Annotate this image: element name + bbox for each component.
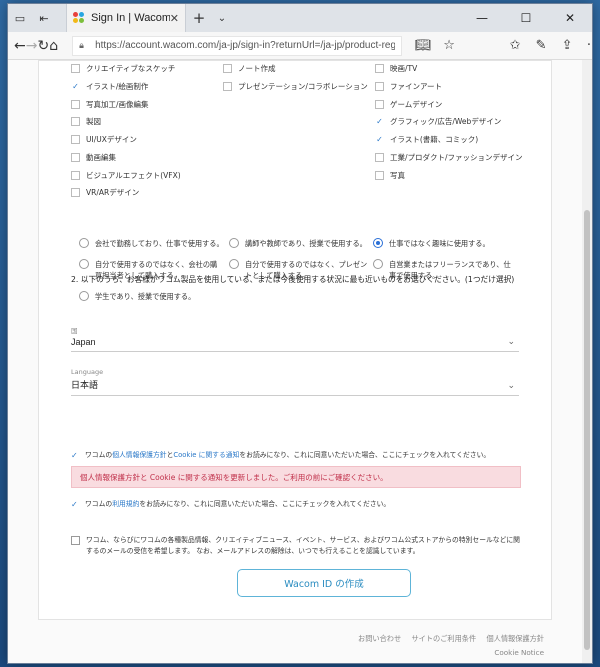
usage-option[interactable]: 学生であり、授業で使用する。	[79, 291, 279, 302]
terms-of-use-link[interactable]: 利用規約	[112, 500, 139, 508]
forward-button[interactable]: →	[26, 38, 38, 54]
tab-title: Sign In | Wacom	[91, 12, 170, 24]
interest-item[interactable]: ✓ イラスト/絵画制作	[71, 81, 148, 92]
page-footer: お問い合わせ サイトのご利用条件 個人情報保護方針 Cookie Notice	[350, 632, 544, 660]
cookie-notice-link[interactable]: Cookie に関する通知	[173, 451, 239, 459]
wacom-favicon-icon	[73, 12, 85, 24]
browser-window: ▭ ⇤ Sign In | Wacom ✕ + ⌄ — ☐ ✕ ← → ↻ ⌂ …	[8, 4, 592, 663]
create-wacom-id-button[interactable]: Wacom ID の作成	[237, 569, 411, 597]
scrollbar-thumb[interactable]	[584, 210, 590, 650]
navigation-bar: ← → ↻ ⌂ 🔒︎ https://account.wacom.com/ja-…	[8, 32, 592, 60]
tab-actions-icon[interactable]: ▭	[8, 4, 32, 32]
country-value: Japan	[71, 337, 96, 347]
interest-item[interactable]: ファインアート	[375, 81, 442, 92]
interest-item[interactable]: ✓ グラフィック/広告/Webデザイン	[375, 116, 501, 127]
interest-item[interactable]: 工業/プロダクト/ファッションデザイン	[375, 152, 523, 163]
checkmark-icon[interactable]: ✓	[375, 135, 384, 144]
checkmark-icon[interactable]: ✓	[71, 82, 80, 91]
home-button[interactable]: ⌂	[49, 38, 58, 54]
title-bar: ▭ ⇤ Sign In | Wacom ✕ + ⌄ — ☐ ✕	[8, 4, 592, 32]
interest-item[interactable]: プレゼンテーション/コラボレーション	[223, 81, 368, 92]
more-menu-icon[interactable]: ···	[580, 38, 592, 53]
interest-item[interactable]: ノート作成	[223, 63, 276, 74]
page-viewport: クリエイティブなスケッチ ノート作成 映画/TV ✓ イラスト/絵画制作 プレゼン…	[8, 60, 592, 663]
interest-item[interactable]: クリエイティブなスケッチ	[71, 63, 175, 74]
usage-option[interactable]: 会社で勤務しており、仕事で使用する。	[79, 238, 229, 249]
usage-option[interactable]: 講師や教師であり、授業で使用する。	[229, 238, 379, 249]
interest-item[interactable]: ビジュアルエフェクト(VFX)	[71, 170, 181, 181]
close-tab-icon[interactable]: ✕	[170, 12, 179, 25]
tabs-aside-icon[interactable]: ⇤	[32, 4, 56, 32]
site-terms-link[interactable]: サイトのご利用条件	[411, 634, 476, 643]
marketing-consent-checkbox[interactable]: ワコム、ならびにワコムの各種製品情報、クリエイティブニュース、イベント、サービス…	[71, 535, 521, 557]
interest-item[interactable]: 写真	[375, 170, 405, 181]
footer-privacy-link[interactable]: 個人情報保護方針	[486, 634, 544, 643]
contact-link[interactable]: お問い合わせ	[358, 634, 401, 643]
privacy-consent-checkbox[interactable]: ✓ ワコムの個人情報保護方針とCookie に関する通知をお読みになり、これに同…	[71, 450, 521, 461]
minimize-button[interactable]: —	[460, 4, 504, 32]
back-button[interactable]: ←	[14, 38, 26, 54]
interest-item[interactable]: 動画編集	[71, 152, 116, 163]
registration-card: クリエイティブなスケッチ ノート作成 映画/TV ✓ イラスト/絵画制作 プレゼン…	[38, 60, 552, 620]
address-bar[interactable]: 🔒︎ https://account.wacom.com/ja-jp/sign-…	[72, 35, 403, 56]
interest-item[interactable]: 写真加工/画像編集	[71, 99, 149, 110]
language-label: Language	[71, 368, 104, 376]
maximize-button[interactable]: ☐	[504, 4, 548, 32]
country-label: 国	[71, 327, 78, 335]
browser-tab[interactable]: Sign In | Wacom ✕	[66, 4, 186, 32]
interest-item[interactable]: 映画/TV	[375, 63, 417, 74]
checkmark-icon[interactable]: ✓	[71, 450, 81, 461]
new-tab-button[interactable]: +	[186, 4, 212, 32]
interest-item[interactable]: VR/ARデザイン	[71, 187, 139, 198]
usage-option[interactable]: 自営業またはフリーランスであり、仕事で使用する。	[373, 259, 513, 281]
chevron-down-icon: ⌄	[507, 381, 515, 391]
tab-list-chevron-icon[interactable]: ⌄	[212, 4, 232, 32]
favorite-star-icon[interactable]: ☆	[436, 38, 462, 53]
usage-option[interactable]: 自分で使用するのではなく、プレゼントとして購入する。	[229, 259, 369, 281]
unchecked-box[interactable]	[71, 536, 80, 545]
checkmark-icon[interactable]: ✓	[71, 499, 81, 510]
country-select[interactable]: 国 Japan ⌄	[71, 325, 519, 352]
chevron-down-icon: ⌄	[507, 337, 515, 347]
privacy-update-notice: 個人情報保護方針と Cookie に関する通知を更新しました。ご利用の前にご確認…	[71, 466, 521, 488]
url-text: https://account.wacom.com/ja-jp/sign-in?…	[95, 40, 395, 51]
checkmark-icon[interactable]: ✓	[375, 117, 384, 126]
privacy-policy-link[interactable]: 個人情報保護方針	[112, 451, 166, 459]
radio-selected-icon[interactable]	[373, 238, 383, 248]
page-scrollbar[interactable]	[582, 60, 592, 663]
terms-consent-checkbox[interactable]: ✓ ワコムの利用規約をお読みになり、これに同意いただいた場合、ここにチェックを入…	[71, 499, 521, 510]
usage-option[interactable]: 自分で使用するのではなく、会社の購買担当者として購入する。	[79, 259, 224, 281]
language-select[interactable]: Language 日本語 ⌄	[71, 368, 519, 396]
reading-view-icon[interactable]: 📖︎	[410, 38, 436, 53]
web-note-icon[interactable]: ✎	[528, 38, 554, 53]
favorites-hub-icon[interactable]: ✩	[502, 38, 528, 53]
footer-cookie-link[interactable]: Cookie Notice	[350, 646, 544, 660]
interest-item[interactable]: 製図	[71, 116, 101, 127]
interest-item[interactable]: UI/UXデザイン	[71, 134, 137, 145]
share-icon[interactable]: ⇪	[554, 38, 580, 53]
lock-icon: 🔒︎	[79, 40, 84, 50]
close-window-button[interactable]: ✕	[548, 4, 592, 32]
interest-item[interactable]: ゲームデザイン	[375, 99, 442, 110]
refresh-button[interactable]: ↻	[37, 38, 49, 54]
language-value: 日本語	[71, 380, 99, 390]
usage-option[interactable]: 仕事ではなく趣味に使用する。	[373, 238, 523, 249]
interest-item[interactable]: ✓ イラスト(書籍、コミック)	[375, 134, 478, 145]
